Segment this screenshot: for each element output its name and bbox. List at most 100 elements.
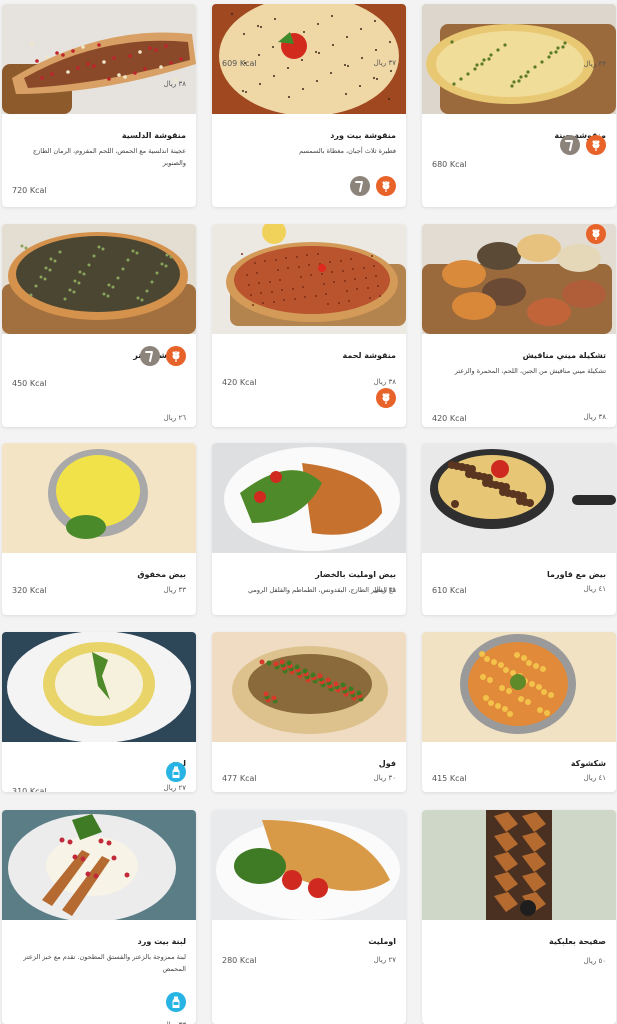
menu-item-photo[interactable] bbox=[212, 810, 406, 920]
menu-item-photo[interactable] bbox=[422, 4, 616, 114]
wheat-icon bbox=[376, 176, 396, 196]
calories-value: 310 bbox=[12, 787, 28, 792]
menu-item-photo[interactable] bbox=[212, 632, 406, 742]
calories-value: 420 bbox=[432, 414, 448, 423]
menu-item-photo[interactable] bbox=[212, 224, 406, 334]
price-currency: ريال bbox=[163, 784, 177, 792]
menu-item-calories: 310 Kcal bbox=[12, 787, 47, 792]
menu-item-title: بيض مخفوق bbox=[137, 570, 186, 579]
photo-andalusian-flatbread bbox=[2, 4, 196, 114]
menu-item-card[interactable]: بيض اومليت بالخضار مع الفطر الطازج، البقد… bbox=[212, 443, 406, 615]
calories-value: 450 bbox=[12, 379, 28, 388]
menu-grid: منقوشة جبنة ٣٣ ريال 680 Kcal منقوشة بيت ورد… bbox=[0, 0, 617, 1024]
menu-item-card[interactable]: بيض مع قاورما ٤١ ريال 610 Kcal bbox=[422, 443, 616, 615]
vegetarian-icon bbox=[140, 346, 160, 366]
menu-item-calories: 609 Kcal bbox=[222, 59, 257, 68]
menu-item-card[interactable]: منقوشة زعتر٢٦ ريال450 Kcal bbox=[2, 224, 196, 427]
menu-item-card[interactable]: منقوشة جبنة ٣٣ ريال 680 Kcal bbox=[422, 4, 616, 207]
calories-value: 609 bbox=[222, 59, 238, 68]
menu-item-calories: 680 Kcal bbox=[432, 160, 467, 169]
price-currency: ريال bbox=[583, 585, 597, 593]
calories-value: 610 bbox=[432, 586, 448, 595]
menu-item-card[interactable]: منقوشة لحمة ٣٨ ريال 420 Kcal bbox=[212, 224, 406, 427]
price-value: ٤١ bbox=[598, 585, 606, 593]
menu-item-price: ٢٧ ريال bbox=[164, 784, 186, 792]
menu-item-card[interactable]: بيض مخفوق ٣٣ ريال 320 Kcal bbox=[2, 443, 196, 615]
menu-item-photo[interactable] bbox=[212, 443, 406, 553]
dietary-icons bbox=[586, 224, 606, 244]
wheat-icon bbox=[376, 388, 396, 408]
dietary-icons bbox=[560, 135, 606, 155]
vegetarian-icon bbox=[350, 176, 370, 196]
menu-item-price: ٣٨ ريال bbox=[374, 378, 396, 386]
menu-item-calories: 280 Kcal bbox=[222, 956, 257, 965]
price-value: ٣٣ bbox=[598, 60, 606, 68]
menu-item-card[interactable]: لبنة٢٧ ريال310 Kcal bbox=[2, 632, 196, 792]
menu-item-title: منقوشة لحمة bbox=[342, 351, 396, 360]
menu-item-title: بيض اومليت بالخضار bbox=[315, 570, 396, 579]
menu-item-card[interactable]: صفيحة بعلبكية ٥٠ ريال bbox=[422, 810, 616, 1024]
menu-item-photo[interactable] bbox=[422, 443, 616, 553]
menu-item-photo[interactable] bbox=[2, 4, 196, 114]
menu-item-title: لبنة بيت ورد bbox=[137, 937, 186, 946]
wheat-icon bbox=[166, 346, 186, 366]
menu-item-card[interactable]: اومليت ٢٧ ريال 280 Kcal bbox=[212, 810, 406, 1024]
menu-item-photo[interactable] bbox=[2, 443, 196, 553]
calories-unit: Kcal bbox=[239, 956, 257, 965]
photo-omelette bbox=[212, 810, 406, 920]
price-currency: ريال bbox=[163, 414, 177, 422]
photo-veg-omelette bbox=[212, 443, 406, 553]
calories-value: 415 bbox=[432, 774, 448, 783]
calories-unit: Kcal bbox=[29, 586, 47, 595]
photo-shakshuka bbox=[422, 632, 616, 742]
calories-unit: Kcal bbox=[449, 414, 467, 423]
calories-unit: Kcal bbox=[449, 586, 467, 595]
menu-item-calories: 320 Kcal bbox=[12, 586, 47, 595]
calories-unit: Kcal bbox=[239, 378, 257, 387]
menu-item-price: ٣٠ ريال bbox=[374, 774, 396, 782]
price-currency: ريال bbox=[373, 956, 387, 964]
price-value: ٤١ bbox=[598, 774, 606, 782]
calories-value: 280 bbox=[222, 956, 238, 965]
price-value: ٥٠ bbox=[598, 957, 606, 965]
calories-value: 320 bbox=[12, 586, 28, 595]
price-value: ٣٨ bbox=[598, 413, 606, 421]
menu-item-calories: 420 Kcal bbox=[222, 378, 257, 387]
menu-item-photo[interactable] bbox=[2, 810, 196, 920]
dairy-icon bbox=[166, 992, 186, 1012]
menu-item-title: صفيحة بعلبكية bbox=[549, 937, 606, 946]
dairy-icon bbox=[166, 762, 186, 782]
menu-item-title: اومليت bbox=[368, 937, 396, 946]
price-currency: ريال bbox=[163, 586, 177, 594]
photo-zaatar-manakish bbox=[2, 224, 196, 334]
dietary-icons bbox=[166, 992, 186, 1012]
menu-item-price: ٤١ ريال bbox=[584, 585, 606, 593]
menu-item-photo[interactable] bbox=[422, 810, 616, 920]
menu-item-card[interactable]: تشكيلة ميني مناقيش تشكيلة ميني مناقيش من … bbox=[422, 224, 616, 427]
menu-item-description: لبنة ممزوجة بالزعتر والفستق المطحون. تقد… bbox=[23, 953, 186, 973]
menu-item-card[interactable]: منقوشة بيت ورد فطيرة ثلاث أجبان، مغطاة با… bbox=[212, 4, 406, 207]
price-value: ٣٩ bbox=[388, 586, 396, 594]
photo-labneh bbox=[2, 632, 196, 742]
price-currency: ريال bbox=[373, 774, 387, 782]
menu-item-photo[interactable] bbox=[2, 224, 196, 334]
price-value: ٣٠ bbox=[388, 774, 396, 782]
menu-item-photo[interactable] bbox=[422, 632, 616, 742]
calories-unit: Kcal bbox=[239, 774, 257, 783]
menu-item-title: شكشوكة bbox=[570, 759, 606, 768]
menu-item-calories: 610 Kcal bbox=[432, 586, 467, 595]
menu-item-card[interactable]: منقوشة الدلسية عجينة اندلسية مع الحمص، ال… bbox=[2, 4, 196, 207]
price-currency: ريال bbox=[583, 774, 597, 782]
vegetarian-icon bbox=[560, 135, 580, 155]
menu-item-description: تشكيلة ميني مناقيش من الجبن، اللحم، المح… bbox=[454, 367, 606, 375]
menu-item-card[interactable]: لبنة بيت ورد لبنة ممزوجة بالزعتر والفستق … bbox=[2, 810, 196, 1024]
menu-item-calories: 720 Kcal bbox=[12, 186, 47, 195]
photo-beit-ward-labneh bbox=[2, 810, 196, 920]
menu-item-price: ٣٩ ريال bbox=[374, 586, 396, 594]
menu-item-photo[interactable] bbox=[2, 632, 196, 742]
calories-unit: Kcal bbox=[449, 160, 467, 169]
price-currency: ريال bbox=[373, 586, 387, 594]
menu-item-card[interactable]: شكشوكة ٤١ ريال 415 Kcal bbox=[422, 632, 616, 792]
price-currency: ريال bbox=[583, 60, 597, 68]
menu-item-card[interactable]: فول ٣٠ ريال 477 Kcal bbox=[212, 632, 406, 792]
